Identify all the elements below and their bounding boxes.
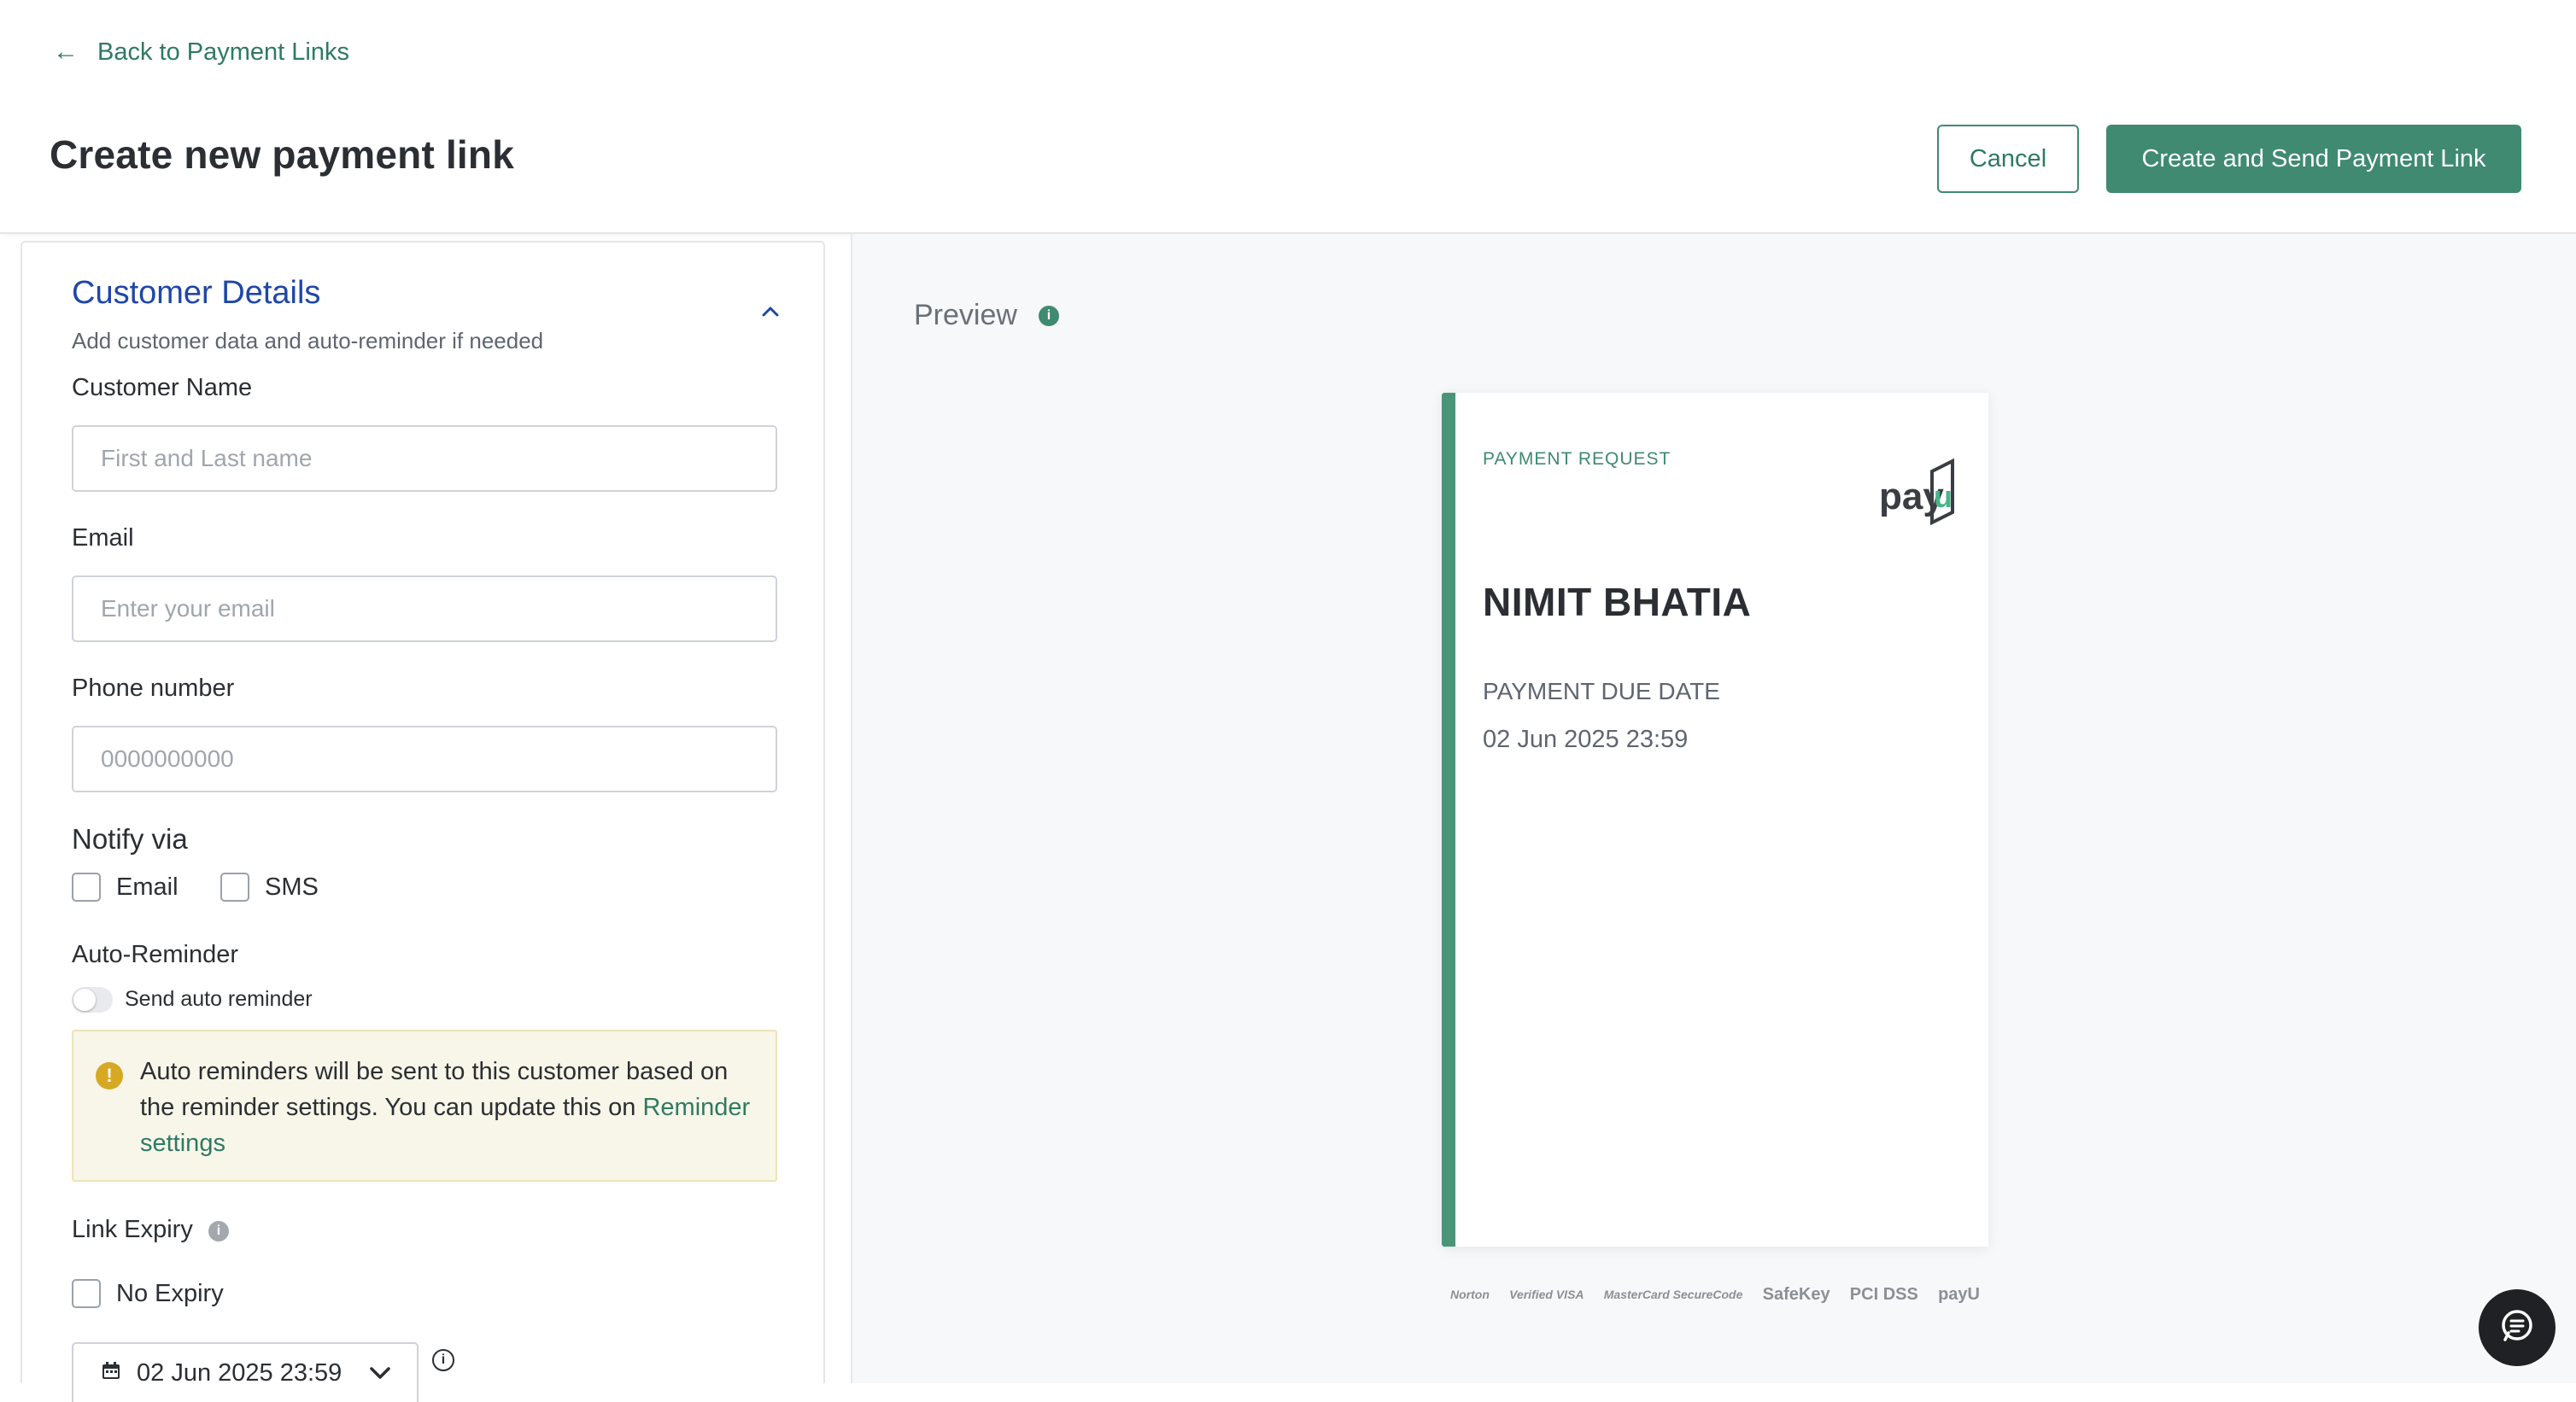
card-due-label: PAYMENT DUE DATE — [1483, 678, 1720, 704]
norton-badge: Norton — [1450, 1288, 1490, 1301]
warning-icon: ! — [96, 1062, 123, 1089]
notify-email-label: Email — [116, 873, 179, 901]
verified-visa-badge: Verified VISA — [1509, 1288, 1584, 1301]
auto-reminder-label: Auto-Reminder — [72, 941, 239, 968]
payment-request-card: PAYMENT REQUEST pay u NIMIT BHATIA PAYME… — [1442, 393, 1988, 1247]
checkbox-box[interactable] — [72, 873, 101, 902]
mastercard-securecode-badge: MasterCard SecureCode — [1603, 1288, 1743, 1301]
email-input[interactable] — [72, 575, 777, 642]
cancel-button[interactable]: Cancel — [1937, 125, 2079, 193]
page-header: ← Back to Payment Links Create new payme… — [0, 0, 2576, 234]
chevron-down-icon — [369, 1366, 391, 1380]
phone-label: Phone number — [72, 675, 235, 702]
info-text-body: Auto reminders will be sent to this cust… — [140, 1058, 729, 1121]
arrow-left-icon: ← — [53, 38, 79, 66]
safekey-badge: SafeKey — [1762, 1285, 1830, 1304]
preview-label: Preview — [914, 299, 1017, 331]
auto-reminder-info-text: Auto reminders will be sent to this cust… — [140, 1054, 764, 1161]
create-and-send-button[interactable]: Create and Send Payment Link — [2106, 125, 2521, 193]
customer-name-label: Customer Name — [72, 374, 253, 401]
notify-email-checkbox[interactable]: Email — [72, 873, 179, 902]
toggle-knob — [73, 989, 96, 1011]
chat-icon — [2498, 1307, 2536, 1349]
expiry-date-picker[interactable]: 02 Jun 2025 23:59 — [72, 1342, 419, 1402]
back-to-payment-links-link[interactable]: ← Back to Payment Links — [53, 34, 349, 70]
info-icon[interactable]: i — [432, 1349, 454, 1371]
preview-area: Preview i PAYMENT REQUEST pay u NIMIT BH… — [852, 234, 2576, 1383]
pci-dss-badge: PCI DSS — [1849, 1285, 1918, 1304]
card-accent-bar — [1442, 393, 1455, 1247]
checkbox-box[interactable] — [72, 1279, 101, 1308]
info-icon[interactable]: i — [1039, 306, 1059, 326]
page-title: Create new payment link — [50, 132, 514, 177]
notify-sms-checkbox[interactable]: SMS — [220, 873, 319, 902]
payu-logo: pay u — [1877, 456, 1956, 530]
card-customer-name: NIMIT BHATIA — [1483, 580, 1752, 624]
notify-via-label: Notify via — [72, 823, 188, 855]
card-due-value: 02 Jun 2025 23:59 — [1483, 726, 1689, 753]
link-expiry-label: Link Expiry — [72, 1216, 193, 1243]
no-expiry-checkbox[interactable]: No Expiry — [72, 1279, 224, 1308]
phone-input[interactable] — [72, 726, 777, 792]
notify-sms-label: SMS — [265, 873, 319, 901]
email-label: Email — [72, 524, 134, 552]
auto-reminder-info-box: ! Auto reminders will be sent to this cu… — [72, 1030, 777, 1182]
customer-details-subtitle: Add customer data and auto-reminder if n… — [72, 328, 544, 353]
trust-badges: Norton Verified VISA MasterCard SecureCo… — [1450, 1277, 1980, 1311]
checkbox-box[interactable] — [220, 873, 249, 902]
info-icon[interactable]: i — [208, 1221, 229, 1241]
svg-text:u: u — [1934, 479, 1952, 514]
chevron-up-icon[interactable] — [758, 299, 782, 323]
payu-badge: payU — [1938, 1285, 1980, 1304]
customer-details-panel: Customer Details Add customer data and a… — [20, 241, 825, 1402]
card-eyebrow: PAYMENT REQUEST — [1483, 449, 1671, 469]
auto-reminder-toggle-label: Send auto reminder — [125, 987, 313, 1011]
back-link-label: Back to Payment Links — [97, 38, 349, 66]
customer-details-title: Customer Details — [72, 275, 321, 311]
no-expiry-label: No Expiry — [116, 1279, 224, 1307]
auto-reminder-toggle[interactable] — [72, 987, 113, 1013]
chat-button[interactable] — [2479, 1289, 2556, 1366]
customer-name-input[interactable] — [72, 425, 777, 492]
